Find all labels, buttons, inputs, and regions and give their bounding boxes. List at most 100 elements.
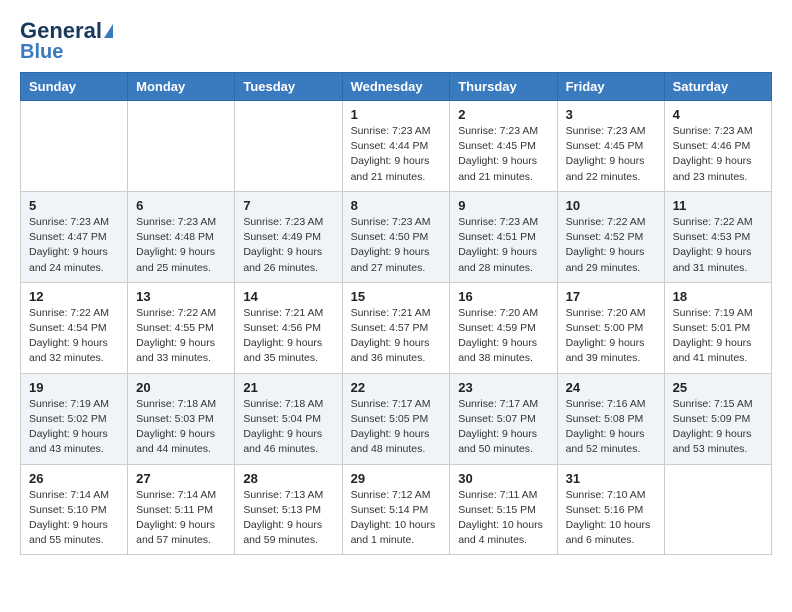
day-info: Sunrise: 7:17 AM Sunset: 5:07 PM Dayligh… [458,397,548,458]
calendar-cell: 9 Sunrise: 7:23 AM Sunset: 4:51 PM Daylig… [450,191,557,282]
day-number: 23 [458,380,548,395]
day-info: Sunrise: 7:22 AM Sunset: 4:52 PM Dayligh… [566,215,656,276]
day-number: 14 [243,289,333,304]
calendar-cell: 12 Sunrise: 7:22 AM Sunset: 4:54 PM Dayli… [21,282,128,373]
day-number: 20 [136,380,226,395]
page-header: General Blue [20,20,772,62]
calendar-cell: 29 Sunrise: 7:12 AM Sunset: 5:14 PM Dayli… [342,464,450,555]
day-number: 22 [351,380,442,395]
day-info: Sunrise: 7:23 AM Sunset: 4:46 PM Dayligh… [673,124,763,185]
calendar-cell: 26 Sunrise: 7:14 AM Sunset: 5:10 PM Dayli… [21,464,128,555]
day-info: Sunrise: 7:10 AM Sunset: 5:16 PM Dayligh… [566,488,656,549]
calendar-cell: 14 Sunrise: 7:21 AM Sunset: 4:56 PM Dayli… [235,282,342,373]
calendar-cell: 21Sunrise: 7:18 AM Sunset: 5:04 PM Dayli… [235,373,342,464]
day-info: Sunrise: 7:23 AM Sunset: 4:48 PM Dayligh… [136,215,226,276]
day-number: 3 [566,107,656,122]
weekday-header-sunday: Sunday [21,73,128,101]
calendar-cell: 24 Sunrise: 7:16 AM Sunset: 5:08 PM Dayli… [557,373,664,464]
logo: General Blue [20,20,113,62]
day-number: 19 [29,380,119,395]
day-info: Sunrise: 7:20 AM Sunset: 4:59 PM Dayligh… [458,306,548,367]
day-number: 28 [243,471,333,486]
calendar-cell: 7Sunrise: 7:23 AM Sunset: 4:49 PM Daylig… [235,191,342,282]
day-number: 30 [458,471,548,486]
calendar-cell: 20 Sunrise: 7:18 AM Sunset: 5:03 PM Dayli… [128,373,235,464]
day-number: 8 [351,198,442,213]
day-number: 29 [351,471,442,486]
calendar-cell: 2 Sunrise: 7:23 AM Sunset: 4:45 PM Daylig… [450,101,557,192]
day-number: 21 [243,380,333,395]
day-number: 5 [29,198,119,213]
calendar-cell: 30 Sunrise: 7:11 AM Sunset: 5:15 PM Dayli… [450,464,557,555]
calendar-cell: 5 Sunrise: 7:23 AM Sunset: 4:47 PM Daylig… [21,191,128,282]
logo-text-blue: Blue [20,42,63,62]
calendar-cell: 18 Sunrise: 7:19 AM Sunset: 5:01 PM Dayli… [664,282,771,373]
day-number: 9 [458,198,548,213]
logo-icon [104,24,113,38]
day-info: Sunrise: 7:22 AM Sunset: 4:55 PM Dayligh… [136,306,226,367]
calendar-cell: 17Sunrise: 7:20 AM Sunset: 5:00 PM Dayli… [557,282,664,373]
calendar-week-2: 5 Sunrise: 7:23 AM Sunset: 4:47 PM Daylig… [21,191,772,282]
weekday-header-wednesday: Wednesday [342,73,450,101]
day-info: Sunrise: 7:19 AM Sunset: 5:02 PM Dayligh… [29,397,119,458]
weekday-header-thursday: Thursday [450,73,557,101]
weekday-header-friday: Friday [557,73,664,101]
day-info: Sunrise: 7:22 AM Sunset: 4:53 PM Dayligh… [673,215,763,276]
calendar-week-5: 26 Sunrise: 7:14 AM Sunset: 5:10 PM Dayli… [21,464,772,555]
day-info: Sunrise: 7:21 AM Sunset: 4:56 PM Dayligh… [243,306,333,367]
day-number: 6 [136,198,226,213]
calendar-cell: 10 Sunrise: 7:22 AM Sunset: 4:52 PM Dayli… [557,191,664,282]
day-number: 24 [566,380,656,395]
calendar-week-4: 19 Sunrise: 7:19 AM Sunset: 5:02 PM Dayli… [21,373,772,464]
day-info: Sunrise: 7:23 AM Sunset: 4:45 PM Dayligh… [458,124,548,185]
calendar-cell: 27 Sunrise: 7:14 AM Sunset: 5:11 PM Dayli… [128,464,235,555]
day-info: Sunrise: 7:13 AM Sunset: 5:13 PM Dayligh… [243,488,333,549]
calendar-week-3: 12 Sunrise: 7:22 AM Sunset: 4:54 PM Dayli… [21,282,772,373]
day-number: 25 [673,380,763,395]
day-info: Sunrise: 7:23 AM Sunset: 4:45 PM Dayligh… [566,124,656,185]
calendar-cell [21,101,128,192]
day-number: 4 [673,107,763,122]
calendar-cell: 25 Sunrise: 7:15 AM Sunset: 5:09 PM Dayli… [664,373,771,464]
calendar-cell: 13 Sunrise: 7:22 AM Sunset: 4:55 PM Dayli… [128,282,235,373]
day-number: 7 [243,198,333,213]
calendar-week-1: 1Sunrise: 7:23 AM Sunset: 4:44 PM Daylig… [21,101,772,192]
day-number: 13 [136,289,226,304]
calendar-cell: 1Sunrise: 7:23 AM Sunset: 4:44 PM Daylig… [342,101,450,192]
day-info: Sunrise: 7:15 AM Sunset: 5:09 PM Dayligh… [673,397,763,458]
day-info: Sunrise: 7:23 AM Sunset: 4:50 PM Dayligh… [351,215,442,276]
day-info: Sunrise: 7:11 AM Sunset: 5:15 PM Dayligh… [458,488,548,549]
calendar-cell: 15 Sunrise: 7:21 AM Sunset: 4:57 PM Dayli… [342,282,450,373]
calendar-header-row: SundayMondayTuesdayWednesdayThursdayFrid… [21,73,772,101]
calendar-cell: 3 Sunrise: 7:23 AM Sunset: 4:45 PM Daylig… [557,101,664,192]
day-info: Sunrise: 7:18 AM Sunset: 5:03 PM Dayligh… [136,397,226,458]
day-info: Sunrise: 7:23 AM Sunset: 4:51 PM Dayligh… [458,215,548,276]
calendar-cell: 16Sunrise: 7:20 AM Sunset: 4:59 PM Dayli… [450,282,557,373]
calendar-table: SundayMondayTuesdayWednesdayThursdayFrid… [20,72,772,555]
day-info: Sunrise: 7:14 AM Sunset: 5:10 PM Dayligh… [29,488,119,549]
day-number: 15 [351,289,442,304]
day-info: Sunrise: 7:21 AM Sunset: 4:57 PM Dayligh… [351,306,442,367]
day-number: 18 [673,289,763,304]
day-info: Sunrise: 7:16 AM Sunset: 5:08 PM Dayligh… [566,397,656,458]
calendar-cell: 4 Sunrise: 7:23 AM Sunset: 4:46 PM Daylig… [664,101,771,192]
calendar-cell [235,101,342,192]
day-info: Sunrise: 7:14 AM Sunset: 5:11 PM Dayligh… [136,488,226,549]
calendar-cell: 19 Sunrise: 7:19 AM Sunset: 5:02 PM Dayli… [21,373,128,464]
calendar-cell: 28 Sunrise: 7:13 AM Sunset: 5:13 PM Dayli… [235,464,342,555]
day-info: Sunrise: 7:20 AM Sunset: 5:00 PM Dayligh… [566,306,656,367]
calendar-cell: 31Sunrise: 7:10 AM Sunset: 5:16 PM Dayli… [557,464,664,555]
day-info: Sunrise: 7:23 AM Sunset: 4:47 PM Dayligh… [29,215,119,276]
day-info: Sunrise: 7:19 AM Sunset: 5:01 PM Dayligh… [673,306,763,367]
day-info: Sunrise: 7:23 AM Sunset: 4:44 PM Dayligh… [351,124,442,185]
day-number: 26 [29,471,119,486]
day-number: 12 [29,289,119,304]
day-number: 10 [566,198,656,213]
calendar-cell [664,464,771,555]
day-number: 2 [458,107,548,122]
day-number: 27 [136,471,226,486]
day-info: Sunrise: 7:12 AM Sunset: 5:14 PM Dayligh… [351,488,442,549]
logo-text-general: General [20,20,102,42]
day-info: Sunrise: 7:22 AM Sunset: 4:54 PM Dayligh… [29,306,119,367]
calendar-cell: 8 Sunrise: 7:23 AM Sunset: 4:50 PM Daylig… [342,191,450,282]
